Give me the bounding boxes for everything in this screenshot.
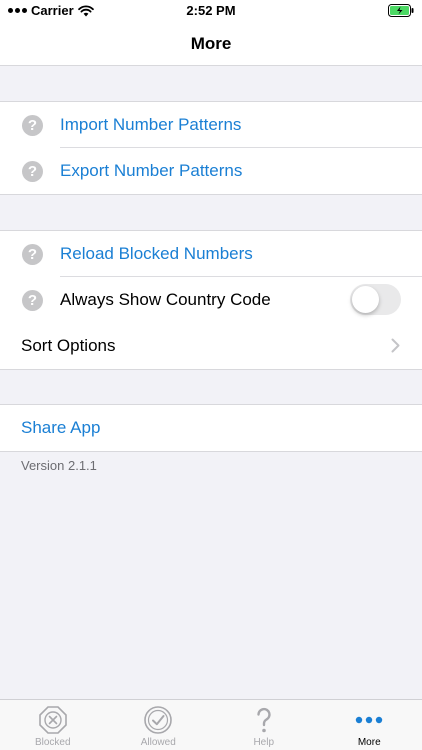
tab-label: More <box>357 737 381 748</box>
share-app-label: Share App <box>21 418 101 437</box>
tab-help[interactable]: Help <box>211 700 317 750</box>
import-patterns-label: Import Number Patterns <box>60 115 242 134</box>
blocked-x-icon <box>38 706 67 734</box>
export-patterns-label: Export Number Patterns <box>60 161 243 180</box>
version-label: Version 2.1.1 <box>21 458 97 473</box>
reload-blocked-label: Reload Blocked Numbers <box>60 244 253 263</box>
tab-blocked[interactable]: Blocked <box>0 700 106 750</box>
nav-bar: More <box>0 22 422 66</box>
help-icon[interactable]: ? <box>22 244 43 265</box>
sort-options-label: Sort Options <box>21 336 116 355</box>
allowed-check-icon <box>144 706 173 734</box>
status-bar: Carrier 2:52 PM <box>0 0 422 22</box>
chevron-right-icon <box>391 338 400 353</box>
battery-icon <box>388 4 414 20</box>
patterns-group: ? Import Number Patterns ? Export Number… <box>0 101 422 195</box>
tab-label: Help <box>253 737 275 748</box>
page-title: More <box>190 34 232 53</box>
sort-options-row[interactable]: Sort Options <box>0 323 422 369</box>
help-icon[interactable]: ? <box>22 161 43 182</box>
export-patterns-row[interactable]: ? Export Number Patterns <box>0 148 422 194</box>
tab-more[interactable]: More <box>317 700 422 750</box>
share-app-row[interactable]: Share App <box>0 405 422 451</box>
tab-bar: Blocked Allowed Help More <box>0 699 422 750</box>
help-question-icon <box>257 707 271 733</box>
country-code-toggle[interactable] <box>350 284 401 315</box>
toggle-knob <box>352 286 379 313</box>
import-patterns-row[interactable]: ? Import Number Patterns <box>0 102 422 148</box>
country-code-row: ? Always Show Country Code <box>0 277 422 323</box>
tab-label: Blocked <box>34 737 71 748</box>
tab-allowed[interactable]: Allowed <box>106 700 212 750</box>
options-group: ? Reload Blocked Numbers ? Always Show C… <box>0 230 422 370</box>
help-icon[interactable]: ? <box>22 290 43 311</box>
country-code-label: Always Show Country Code <box>60 290 271 309</box>
reload-blocked-row[interactable]: ? Reload Blocked Numbers <box>0 231 422 277</box>
share-group: Share App <box>0 404 422 452</box>
more-dots-icon <box>356 716 383 724</box>
tab-label: Allowed <box>140 737 176 748</box>
help-icon[interactable]: ? <box>22 115 43 136</box>
status-time: 2:52 PM <box>186 3 236 18</box>
